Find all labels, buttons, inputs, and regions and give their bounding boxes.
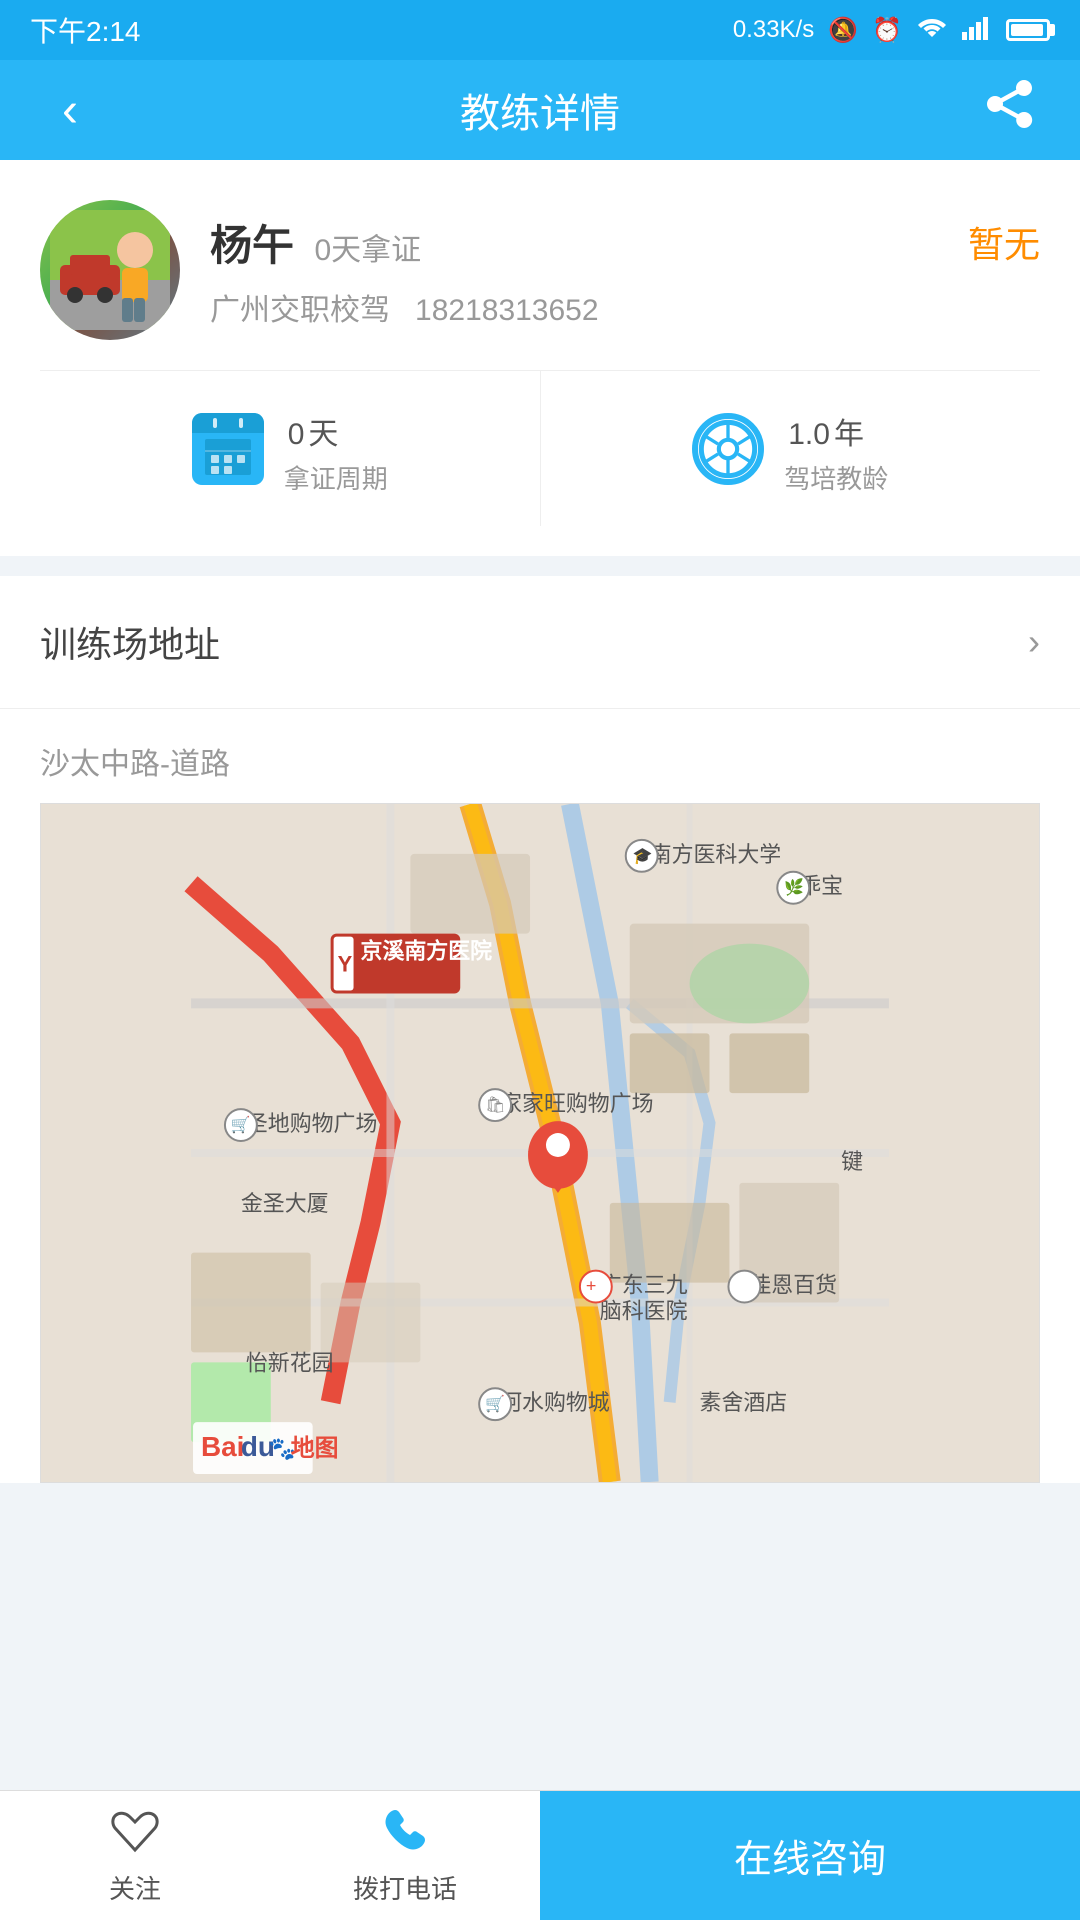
coach-school: 广州交职校驾	[210, 294, 390, 327]
heart-icon	[110, 1806, 160, 1861]
coach-school-phone: 广州交职校驾 18218313652	[210, 285, 1040, 329]
svg-text:Y: Y	[338, 952, 353, 977]
cert-cycle-text: 0天 拿证周期	[284, 401, 388, 496]
battery-icon	[1006, 19, 1050, 41]
svg-text:🛒: 🛒	[485, 1394, 505, 1413]
network-speed: 0.33K/s	[733, 16, 814, 44]
coach-cert-days: 0天拿证	[314, 234, 421, 267]
svg-text:金圣大厦: 金圣大厦	[241, 1191, 329, 1216]
svg-text:河水购物城: 河水购物城	[500, 1390, 610, 1415]
svg-text:🌿: 🌿	[784, 878, 804, 897]
svg-text:佳恩百货: 佳恩百货	[749, 1273, 837, 1298]
status-time: 下午2:14	[30, 10, 141, 50]
wheel-icon	[692, 413, 764, 485]
svg-text:Bai: Bai	[201, 1431, 244, 1462]
status-right: 0.33K/s 🔕 ⏰	[733, 13, 1050, 48]
svg-text:广东三九: 广东三九	[600, 1273, 688, 1298]
map-section: 沙太中路-道路	[0, 709, 1080, 1483]
wifi-icon	[916, 13, 948, 48]
status-bar: 下午2:14 0.33K/s 🔕 ⏰	[0, 0, 1080, 60]
teach-years-text: 1.0年 驾培教龄	[784, 401, 888, 496]
svg-text:+: +	[586, 1276, 596, 1296]
svg-text:京溪南方医院: 京溪南方医院	[361, 939, 493, 964]
svg-text:家家旺购物广场: 家家旺购物广场	[500, 1091, 653, 1116]
consult-button[interactable]: 在线咨询	[540, 1791, 1080, 1920]
svg-text:键: 键	[841, 1149, 863, 1174]
coach-name-cert: 杨午 0天拿证	[210, 212, 421, 273]
nav-bar: ‹ 教练详情	[0, 60, 1080, 160]
coach-name-row: 杨午 0天拿证 暂无	[210, 212, 1040, 273]
signal-icon	[962, 14, 992, 47]
cert-cycle-number: 0天	[284, 401, 388, 453]
favorite-label: 关注	[109, 1869, 161, 1906]
coach-top: 杨午 0天拿证 暂无 广州交职校驾 18218313652	[40, 200, 1040, 340]
bottom-spacer	[0, 1483, 1080, 1613]
share-button[interactable]	[980, 78, 1040, 142]
coach-avatar	[40, 200, 180, 340]
coach-info: 杨午 0天拿证 暂无 广州交职校驾 18218313652	[210, 212, 1040, 329]
svg-text:🎓: 🎓	[633, 848, 653, 865]
stats-row: 0天 拿证周期 1.0年	[40, 370, 1040, 526]
svg-text:🛒: 🛒	[231, 1115, 251, 1134]
call-button[interactable]: 拨打电话	[270, 1791, 540, 1920]
svg-text:南方医科大学: 南方医科大学	[650, 842, 782, 867]
coach-status: 暂无	[968, 216, 1040, 268]
section-divider-1	[0, 556, 1080, 576]
svg-text:怡新花园: 怡新花园	[246, 1350, 334, 1375]
favorite-button[interactable]: 关注	[0, 1791, 270, 1920]
map-subtitle: 沙太中路-道路	[40, 739, 1040, 783]
svg-text:圣地购物广场: 圣地购物广场	[246, 1111, 378, 1136]
teach-years-number: 1.0年	[784, 401, 888, 453]
bell-icon: 🔕	[828, 16, 858, 45]
address-row[interactable]: 训练场地址 ›	[0, 576, 1080, 708]
svg-text:🛍: 🛍	[485, 1096, 505, 1114]
svg-text:脑科医院: 脑科医院	[600, 1298, 688, 1323]
stat-cert-cycle: 0天 拿证周期	[40, 371, 541, 526]
coach-name: 杨午	[210, 222, 294, 269]
page-title: 教练详情	[460, 81, 620, 139]
alarm-icon: ⏰	[872, 16, 902, 45]
call-label: 拨打电话	[353, 1869, 457, 1906]
calendar-icon	[192, 413, 264, 485]
svg-text:地图: 地图	[291, 1435, 339, 1462]
coach-phone: 18218313652	[415, 294, 599, 327]
stat-teach-years: 1.0年 驾培教龄	[541, 371, 1041, 526]
address-arrow-icon: ›	[1028, 621, 1040, 663]
bottom-nav: 关注 拨打电话 在线咨询	[0, 1790, 1080, 1920]
teach-years-label: 驾培教龄	[784, 459, 888, 496]
coach-card: 杨午 0天拿证 暂无 广州交职校驾 18218313652	[0, 160, 1080, 556]
map-container[interactable]: Y 京溪南方医院 南方医科大学 🎓 乖宝 🌿 圣地购物广场 🛒 家家旺购物广场	[40, 803, 1040, 1483]
svg-text:素舍酒店: 素舍酒店	[700, 1390, 788, 1415]
phone-icon	[381, 1806, 429, 1861]
cert-cycle-label: 拿证周期	[284, 459, 388, 496]
address-label: 训练场地址	[40, 616, 220, 668]
consult-label: 在线咨询	[734, 1828, 886, 1883]
back-button[interactable]: ‹	[40, 83, 100, 138]
